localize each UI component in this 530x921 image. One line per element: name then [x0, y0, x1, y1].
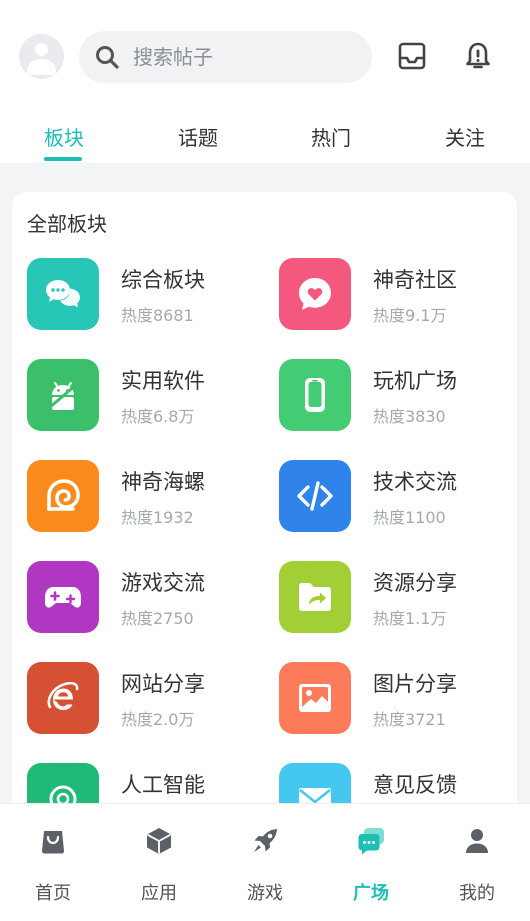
board-heat: 热度1100 — [373, 508, 446, 527]
tab-following[interactable]: 关注 — [445, 122, 485, 151]
board-tile — [279, 662, 351, 734]
nav-home[interactable]: 首页 — [0, 804, 106, 921]
bottom-nav: 首页 应用 游戏 广场 我的 — [0, 803, 530, 921]
active-tab-indicator — [44, 157, 82, 161]
nav-label: 游戏 — [247, 883, 283, 904]
inbox-icon[interactable] — [396, 40, 428, 72]
board-tile — [27, 359, 99, 431]
square-chat-icon — [358, 828, 384, 855]
board-name: 游戏交流 — [121, 571, 205, 595]
avatar-body — [27, 59, 56, 75]
image-icon — [299, 684, 331, 712]
board-name: 意见反馈 — [373, 773, 457, 797]
board-item[interactable]: 实用软件 热度6.8万 — [27, 359, 257, 433]
board-tile — [279, 460, 351, 532]
code-icon — [297, 481, 333, 511]
tab-bar: 板块 话题 热门 关注 — [0, 115, 530, 163]
android-icon — [48, 382, 78, 410]
board-name: 神奇海螺 — [121, 470, 205, 494]
board-name: 资源分享 — [373, 571, 457, 595]
nav-label: 我的 — [459, 883, 495, 904]
board-tile — [27, 258, 99, 330]
board-item[interactable]: 综合板块 热度8681 — [27, 258, 257, 332]
board-name: 技术交流 — [373, 470, 457, 494]
nav-label: 应用 — [141, 883, 177, 904]
board-item[interactable]: 游戏交流 热度2750 — [27, 561, 257, 635]
cube-icon — [147, 828, 171, 854]
board-item[interactable]: 神奇社区 热度9.1万 — [279, 258, 509, 332]
board-tile — [279, 359, 351, 431]
board-item[interactable]: 技术交流 热度1100 — [279, 460, 509, 534]
phone-icon — [305, 378, 325, 412]
boards-card: 全部板块 综合板块 热度8681 神奇社区 热度9.1万 实用软件 热度6.8万… — [12, 192, 517, 832]
board-heat: 热度2750 — [121, 609, 194, 628]
board-name: 人工智能 — [121, 773, 205, 797]
board-heat: 热度6.8万 — [121, 407, 195, 426]
board-name: 实用软件 — [121, 369, 205, 393]
tab-topics[interactable]: 话题 — [178, 122, 218, 151]
board-heat: 热度9.1万 — [373, 306, 447, 325]
board-name: 网站分享 — [121, 672, 205, 696]
nav-square[interactable]: 广场 — [318, 804, 424, 921]
browser-icon — [47, 681, 79, 710]
board-item[interactable]: 资源分享 热度1.1万 — [279, 561, 509, 635]
search-icon — [96, 46, 119, 69]
top-header: 搜索帖子 — [0, 0, 530, 115]
board-heat: 热度3721 — [373, 710, 446, 729]
board-item[interactable]: 神奇海螺 热度1932 — [27, 460, 257, 534]
rocket-icon — [254, 829, 277, 852]
board-tile — [279, 561, 351, 633]
board-heat: 热度3830 — [373, 407, 446, 426]
board-heat: 热度1.1万 — [373, 609, 447, 628]
board-heat: 热度8681 — [121, 306, 194, 325]
board-heat: 热度2.0万 — [121, 710, 195, 729]
nav-label: 首页 — [35, 883, 71, 904]
user-icon — [466, 829, 488, 853]
nav-label: 广场 — [353, 883, 389, 904]
board-item[interactable]: 图片分享 热度3721 — [279, 662, 509, 736]
board-item[interactable]: 玩机广场 热度3830 — [279, 359, 509, 433]
gamepad-icon — [45, 587, 81, 608]
board-name: 神奇社区 — [373, 268, 457, 292]
bell-icon[interactable] — [462, 40, 494, 72]
board-tile — [279, 258, 351, 330]
heart-bubble-icon — [299, 278, 331, 310]
bag-icon — [42, 831, 64, 854]
nav-games[interactable]: 游戏 — [212, 804, 318, 921]
conch-icon — [47, 479, 80, 511]
nav-profile[interactable]: 我的 — [424, 804, 530, 921]
board-item[interactable]: 网站分享 热度2.0万 — [27, 662, 257, 736]
nav-apps[interactable]: 应用 — [106, 804, 212, 921]
search-placeholder: 搜索帖子 — [133, 45, 213, 69]
board-tile — [27, 460, 99, 532]
section-title: 全部板块 — [27, 212, 107, 236]
board-name: 玩机广场 — [373, 369, 457, 393]
chat-bubbles-icon — [46, 280, 80, 308]
avatar-head — [35, 43, 48, 56]
folder-share-icon — [299, 583, 331, 611]
tab-boards[interactable]: 板块 — [44, 122, 84, 151]
board-heat: 热度1932 — [121, 508, 194, 527]
board-name: 图片分享 — [373, 672, 457, 696]
board-tile — [27, 662, 99, 734]
board-name: 综合板块 — [121, 268, 205, 292]
board-tile — [27, 561, 99, 633]
avatar[interactable] — [19, 34, 64, 79]
search-bar[interactable]: 搜索帖子 — [79, 31, 372, 83]
tab-hot[interactable]: 热门 — [311, 122, 351, 151]
